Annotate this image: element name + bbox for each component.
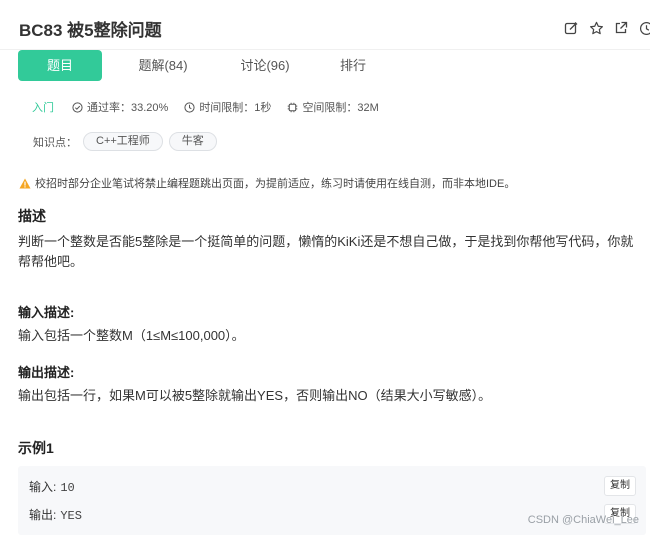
problem-header: BC83 被5整除问题 bbox=[0, 0, 650, 50]
pass-rate: 通过率：33.20% bbox=[72, 99, 168, 115]
problem-title: BC83 被5整除问题 bbox=[19, 21, 162, 40]
header-actions bbox=[563, 20, 650, 36]
check-circle-icon bbox=[72, 101, 83, 113]
example-input-row: 输入: 10 bbox=[29, 478, 75, 495]
clock-icon[interactable] bbox=[638, 20, 650, 36]
tab-ranking[interactable]: 排行 bbox=[311, 50, 395, 81]
exam-notice: 校招时部分企业笔试将禁止编程题跳出页面，为提前适应，练习时请使用在线自测，而非本… bbox=[19, 175, 515, 191]
example-output-label: 输出: bbox=[29, 508, 57, 522]
memory-limit-text: 空间限制：32M bbox=[302, 102, 379, 114]
edit-icon[interactable] bbox=[563, 20, 579, 36]
input-description-text: 输入包括一个整数M（1≤M≤100,000）。 bbox=[18, 328, 245, 343]
example-output-value: YES bbox=[60, 509, 82, 523]
open-external-icon[interactable] bbox=[613, 20, 629, 36]
chip-icon bbox=[288, 102, 298, 112]
tab-solutions[interactable]: 题解(84) bbox=[111, 50, 215, 81]
notice-text: 校招时部分企业笔试将禁止编程题跳出页面，为提前适应，练习时请使用在线自测，而非本… bbox=[35, 178, 516, 190]
problem-meta: 入门 通过率：33.20% 时间限制：1秒 空间限制：32M bbox=[32, 99, 395, 115]
time-limit-text: 时间限制：1秒 bbox=[199, 102, 272, 114]
knowledge-tag[interactable]: 牛客 bbox=[168, 132, 217, 151]
description-heading: 描述 bbox=[18, 208, 46, 224]
timer-icon bbox=[184, 101, 195, 113]
tab-problem[interactable]: 题目 bbox=[18, 50, 102, 81]
pass-rate-text: 通过率：33.20% bbox=[87, 102, 169, 114]
time-limit: 时间限制：1秒 bbox=[184, 99, 271, 115]
output-description-heading: 输出描述: bbox=[18, 365, 75, 380]
knowledge-tag[interactable]: C++工程师 bbox=[83, 132, 163, 151]
tab-discussion[interactable]: 讨论(96) bbox=[225, 50, 305, 81]
difficulty-badge: 入门 bbox=[32, 102, 54, 114]
star-icon[interactable] bbox=[588, 20, 604, 36]
example-heading: 示例1 bbox=[18, 440, 54, 456]
output-description-text: 输出包括一行，如果M可以被5整除就输出YES，否则输出NO（结果大小写敏感）。 bbox=[18, 388, 492, 403]
warning-icon bbox=[19, 178, 31, 188]
copy-input-button[interactable]: 复制 bbox=[604, 476, 636, 496]
knowledge-points: 知识点： C++工程师 牛客 bbox=[33, 132, 217, 151]
problem-tabs: 题目 题解(84) 讨论(96) 排行 bbox=[18, 50, 395, 81]
example-input-value: 10 bbox=[60, 481, 75, 495]
knowledge-label: 知识点： bbox=[33, 136, 77, 149]
memory-limit: 空间限制：32M bbox=[287, 99, 379, 115]
watermark: CSDN @ChiaWei_Lee bbox=[527, 514, 639, 526]
input-description-heading: 输入描述: bbox=[18, 305, 75, 320]
description-text: 判断一个整数是否能5整除是一个挺简单的问题，懒惰的KiKi还是不想自己做，于是找… bbox=[18, 234, 634, 269]
example-output-row: 输出: YES bbox=[29, 506, 82, 523]
example-input-label: 输入: bbox=[29, 480, 57, 494]
